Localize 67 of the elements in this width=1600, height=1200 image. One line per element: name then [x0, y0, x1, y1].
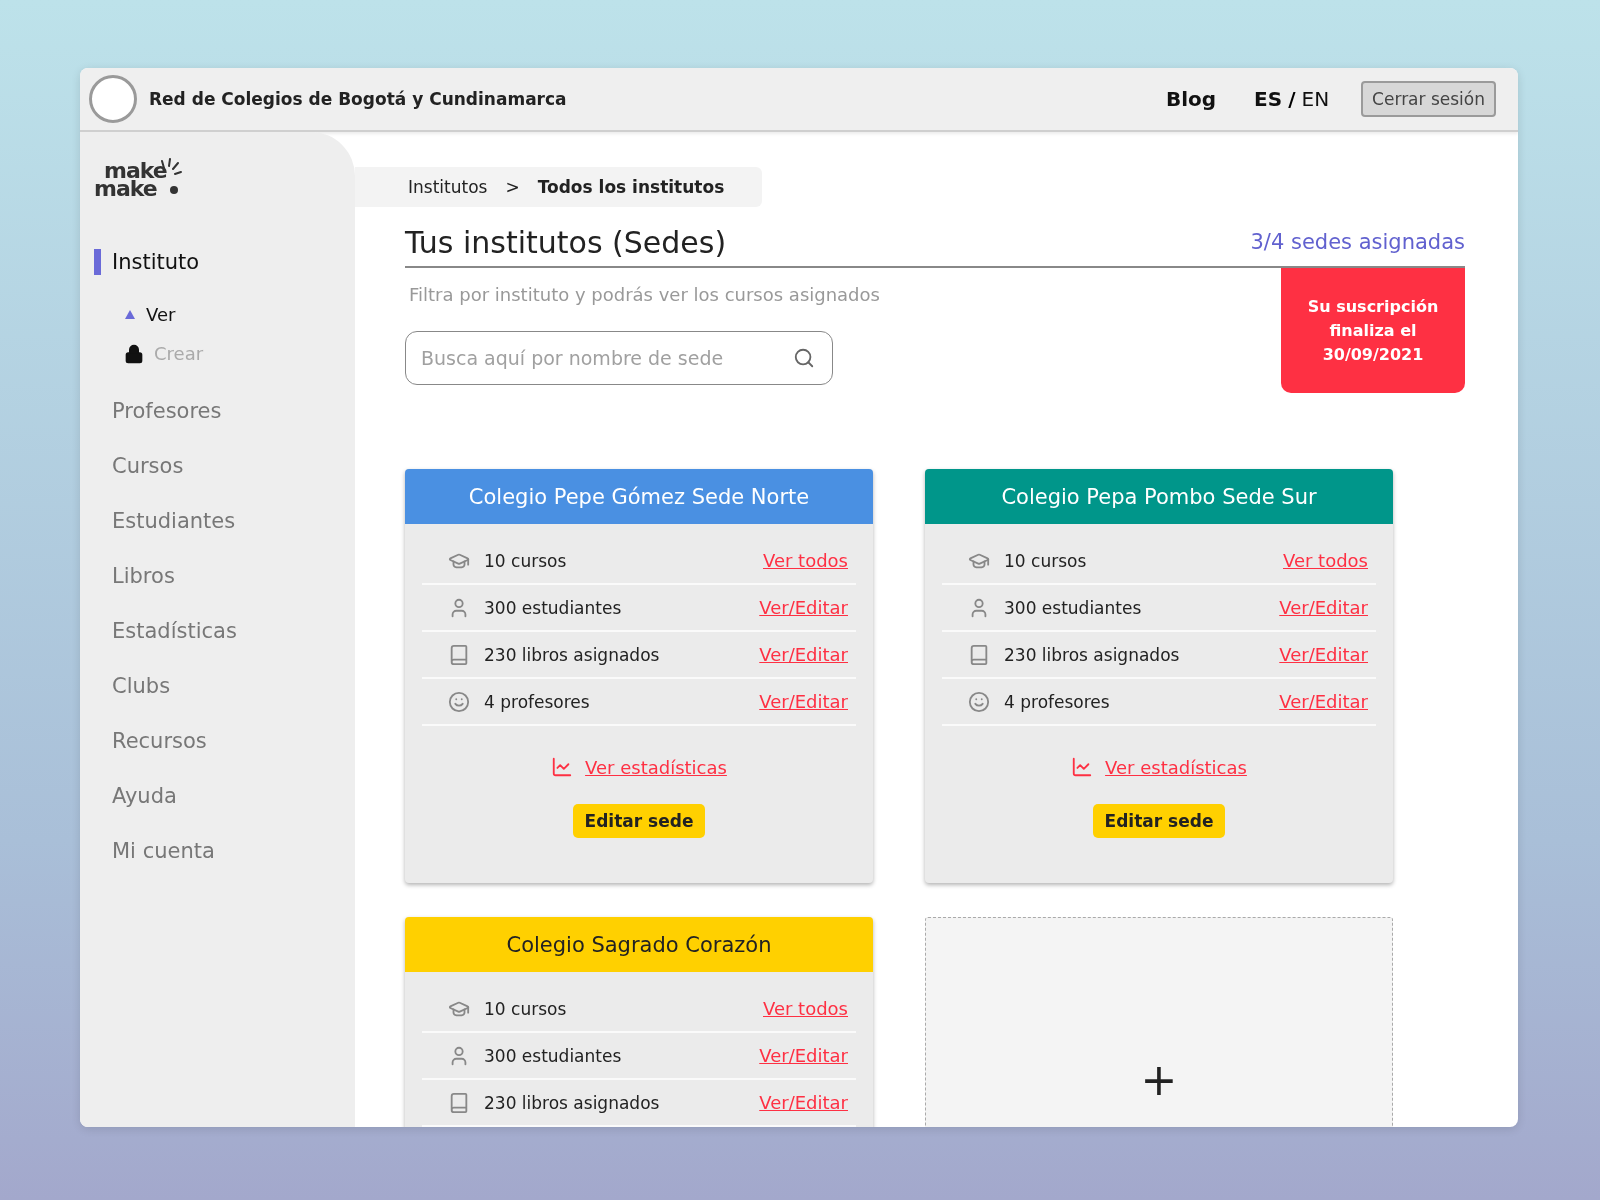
assigned-count: 3/4 sedes asignadas: [1250, 230, 1465, 254]
triangle-icon: [124, 308, 136, 321]
subscription-alert: Su suscripción finaliza el 30/09/2021: [1281, 268, 1465, 393]
page-title: Tus institutos (Sedes): [405, 225, 727, 260]
sidebar-item[interactable]: Recursos: [94, 728, 355, 755]
search-icon: [793, 347, 815, 369]
stat-text: 4 profesores: [1004, 691, 1111, 712]
book-icon: [448, 643, 470, 666]
avatar-circle: [89, 75, 137, 123]
breadcrumb-link[interactable]: Institutos: [408, 177, 488, 197]
breadcrumb-link[interactable]: Todos los institutos: [537, 177, 725, 197]
network-title: Red de Colegios de Bogotá y Cundinamarca: [149, 89, 568, 109]
view-link[interactable]: Ver/Editar: [759, 644, 848, 665]
stat-text: 230 libros asignados: [484, 1092, 661, 1113]
add-site-tile[interactable]: +: [925, 917, 1393, 1127]
search-field[interactable]: Busca aquí por nombre de sede: [405, 331, 833, 385]
stat-text: 10 cursos: [484, 550, 568, 571]
stat-text: 10 cursos: [484, 998, 568, 1019]
book-icon: [968, 643, 990, 666]
stats-link[interactable]: Ver estadísticas: [1105, 756, 1247, 778]
view-link[interactable]: Ver todos: [763, 550, 848, 571]
stats-link[interactable]: Ver estadísticas: [585, 756, 727, 778]
book-icon: [448, 1091, 470, 1114]
sidebar-item[interactable]: Estadísticas: [94, 618, 355, 645]
view-link[interactable]: Ver todos: [1283, 550, 1368, 571]
view-link[interactable]: Ver/Editar: [759, 1092, 848, 1113]
sidebar-item[interactable]: Instituto: [94, 249, 355, 276]
sidebar-item[interactable]: Ayuda: [94, 783, 355, 810]
card-title: Colegio Sagrado Corazón: [405, 917, 873, 972]
sidebar-item[interactable]: Clubs: [94, 673, 355, 700]
sidebar-item[interactable]: Mi cuenta: [94, 838, 355, 865]
view-link[interactable]: Ver/Editar: [759, 691, 848, 712]
stat-text: 4 profesores: [484, 691, 591, 712]
sidebar-item[interactable]: Estudiantes: [94, 508, 355, 535]
line-chart-icon: [551, 756, 574, 778]
lock-icon: [124, 343, 144, 364]
edit-site-button[interactable]: Editar sede: [572, 804, 706, 838]
stat-text: 300 estudiantes: [1004, 597, 1143, 618]
stat-text: 10 cursos: [1004, 550, 1088, 571]
language-separator: /: [1288, 87, 1296, 111]
card-title: Colegio Pepa Pombo Sede Sur: [925, 469, 1393, 524]
card-title: Colegio Pepe Gómez Sede Norte: [405, 469, 873, 524]
smile-icon: [448, 690, 470, 713]
language-link[interactable]: ES: [1254, 87, 1283, 111]
view-link[interactable]: Ver/Editar: [1279, 597, 1368, 618]
stat-text: 230 libros asignados: [1004, 644, 1181, 665]
view-link[interactable]: Ver todos: [763, 998, 848, 1019]
edit-site-button[interactable]: Editar sede: [1092, 804, 1226, 838]
language-link[interactable]: EN: [1301, 87, 1330, 111]
stat-text: 300 estudiantes: [484, 1045, 623, 1066]
line-chart-icon: [1071, 756, 1094, 778]
view-link[interactable]: Ver/Editar: [1279, 691, 1368, 712]
logout-button[interactable]: Cerrar sesión: [1361, 81, 1496, 117]
plus-sign: +: [1140, 1058, 1178, 1102]
filter-hint: Filtra por instituto y podrás ver los cursos asignados: [409, 284, 880, 305]
stat-text: 300 estudiantes: [484, 597, 623, 618]
view-link[interactable]: Ver/Editar: [759, 1045, 848, 1066]
nav-link[interactable]: Blog: [1165, 87, 1217, 111]
sidebar-item[interactable]: Cursos: [94, 453, 355, 480]
smile-icon: [968, 690, 990, 713]
sidebar-subitem[interactable]: Ver: [124, 304, 355, 326]
view-link[interactable]: Ver/Editar: [1279, 644, 1368, 665]
stat-text: 230 libros asignados: [484, 644, 661, 665]
sidebar-item[interactable]: Libros: [94, 563, 355, 590]
view-link[interactable]: Ver/Editar: [759, 597, 848, 618]
breadcrumb-separator: >: [505, 177, 520, 197]
sidebar-item[interactable]: Profesores: [94, 398, 355, 425]
